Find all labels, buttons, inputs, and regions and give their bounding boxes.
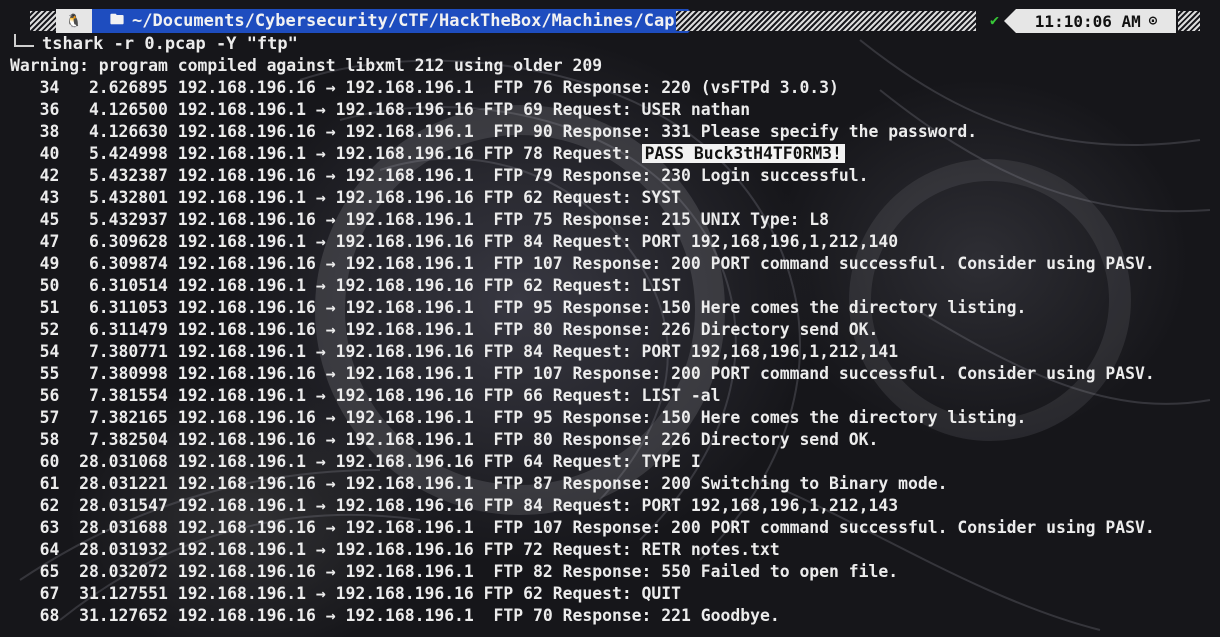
packet-text: 63 28.031688 192.168.196.16 → 192.168.19… [10, 518, 1155, 537]
packet-text: 67 31.127551 192.168.196.1 → 192.168.196… [10, 584, 682, 603]
packet-text: 43 5.432801 192.168.196.1 → 192.168.196.… [10, 188, 682, 207]
packet-row: 60 28.031068 192.168.196.1 → 192.168.196… [10, 451, 1155, 473]
packet-row: 61 28.031221 192.168.196.16 → 192.168.19… [10, 473, 1155, 495]
packet-text: 61 28.031221 192.168.196.16 → 192.168.19… [10, 474, 948, 493]
packet-row: 49 6.309874 192.168.196.16 → 192.168.196… [10, 253, 1155, 275]
command-text[interactable]: tshark -r 0.pcap -Y "ftp" [42, 34, 298, 54]
packet-text: 64 28.031932 192.168.196.1 → 192.168.196… [10, 540, 780, 559]
packet-text: 36 4.126500 192.168.196.1 → 192.168.196.… [10, 100, 751, 119]
os-segment: 🐧 [56, 9, 104, 33]
packet-row: 36 4.126500 192.168.196.1 → 192.168.196.… [10, 99, 1155, 121]
packet-row: 34 2.626895 192.168.196.16 → 192.168.196… [10, 77, 1155, 99]
packet-text: 51 6.311053 192.168.196.16 → 192.168.196… [10, 298, 1027, 317]
packet-row: 40 5.424998 192.168.196.1 → 192.168.196.… [10, 143, 1155, 165]
packet-row: 38 4.126630 192.168.196.16 → 192.168.196… [10, 121, 1155, 143]
prompt-corner-icon [14, 34, 34, 47]
prompt-right-pattern [1178, 11, 1200, 31]
current-path: ~/Documents/Cybersecurity/CTF/HackTheBox… [132, 11, 675, 31]
packet-row: 51 6.311053 192.168.196.16 → 192.168.196… [10, 297, 1155, 319]
packet-row: 47 6.309628 192.168.196.1 → 192.168.196.… [10, 231, 1155, 253]
packet-row: 42 5.432387 192.168.196.16 → 192.168.196… [10, 165, 1155, 187]
packet-row: 63 28.031688 192.168.196.16 → 192.168.19… [10, 517, 1155, 539]
packet-text: 47 6.309628 192.168.196.1 → 192.168.196.… [10, 232, 899, 251]
packet-text: 54 7.380771 192.168.196.1 → 192.168.196.… [10, 342, 899, 361]
packet-text: 55 7.380998 192.168.196.16 → 192.168.196… [10, 364, 1155, 383]
shell-prompt-bar: 🐧 🖿 ~/Documents/Cybersecurity/CTF/HackTh… [0, 9, 1220, 33]
packet-text: 42 5.432387 192.168.196.16 → 192.168.196… [10, 166, 869, 185]
packet-row: 55 7.380998 192.168.196.16 → 192.168.196… [10, 363, 1155, 385]
packet-row: 50 6.310514 192.168.196.1 → 192.168.196.… [10, 275, 1155, 297]
packet-text: 56 7.381554 192.168.196.1 → 192.168.196.… [10, 386, 721, 405]
packet-row: 58 7.382504 192.168.196.16 → 192.168.196… [10, 429, 1155, 451]
packet-row: 65 28.032072 192.168.196.16 → 192.168.19… [10, 561, 1155, 583]
packet-text: 65 28.032072 192.168.196.16 → 192.168.19… [10, 562, 899, 581]
packet-text: 38 4.126630 192.168.196.16 → 192.168.196… [10, 122, 978, 141]
packet-text: 52 6.311479 192.168.196.16 → 192.168.196… [10, 320, 879, 339]
prompt-left-pattern [30, 11, 56, 31]
highlighted-credential: PASS Buck3tH4TF0RM3! [641, 144, 845, 163]
packet-row: 62 28.031547 192.168.196.1 → 192.168.196… [10, 495, 1155, 517]
packet-row: 67 31.127551 192.168.196.1 → 192.168.196… [10, 583, 1155, 605]
packet-text: 68 31.127652 192.168.196.16 → 192.168.19… [10, 606, 780, 625]
command-line[interactable]: tshark -r 0.pcap -Y "ftp" [0, 34, 298, 56]
packet-row: 57 7.382165 192.168.196.16 → 192.168.196… [10, 407, 1155, 429]
terminal-output: Warning: program compiled against libxml… [10, 55, 1155, 627]
tux-icon: 🐧 [65, 13, 83, 29]
prompt-filler-pattern [676, 11, 976, 31]
prompt-time: 11:10:06 AM [1034, 11, 1141, 31]
packet-text: 58 7.382504 192.168.196.16 → 192.168.196… [10, 430, 879, 449]
packet-row: 68 31.127652 192.168.196.16 → 192.168.19… [10, 605, 1155, 627]
packet-row: 56 7.381554 192.168.196.1 → 192.168.196.… [10, 385, 1155, 407]
warning-line: Warning: program compiled against libxml… [10, 56, 603, 75]
packet-text: 57 7.382165 192.168.196.16 → 192.168.196… [10, 408, 1027, 427]
packet-text: 60 28.031068 192.168.196.1 → 192.168.196… [10, 452, 701, 471]
directory-segment: 🖿 ~/Documents/Cybersecurity/CTF/HackTheB… [92, 9, 701, 33]
packet-row: 43 5.432801 192.168.196.1 → 192.168.196.… [10, 187, 1155, 209]
packet-text: 62 28.031547 192.168.196.1 → 192.168.196… [10, 496, 899, 515]
packet-text: 45 5.432937 192.168.196.16 → 192.168.196… [10, 210, 830, 229]
time-segment: 11:10:06 AM ⊙ [1004, 9, 1176, 33]
check-icon: ✔ [990, 11, 1000, 29]
folder-icon: 🖿 [110, 12, 124, 28]
packet-row: 54 7.380771 192.168.196.1 → 192.168.196.… [10, 341, 1155, 363]
packet-text: 34 2.626895 192.168.196.16 → 192.168.196… [10, 78, 839, 97]
packet-text: 49 6.309874 192.168.196.16 → 192.168.196… [10, 254, 1155, 273]
packet-row: 45 5.432937 192.168.196.16 → 192.168.196… [10, 209, 1155, 231]
packet-row: 52 6.311479 192.168.196.16 → 192.168.196… [10, 319, 1155, 341]
clock-icon: ⊙ [1148, 13, 1158, 29]
packet-row: 64 28.031932 192.168.196.1 → 192.168.196… [10, 539, 1155, 561]
packet-text: 40 5.424998 192.168.196.1 → 192.168.196.… [10, 144, 632, 163]
packet-text: 50 6.310514 192.168.196.1 → 192.168.196.… [10, 276, 682, 295]
